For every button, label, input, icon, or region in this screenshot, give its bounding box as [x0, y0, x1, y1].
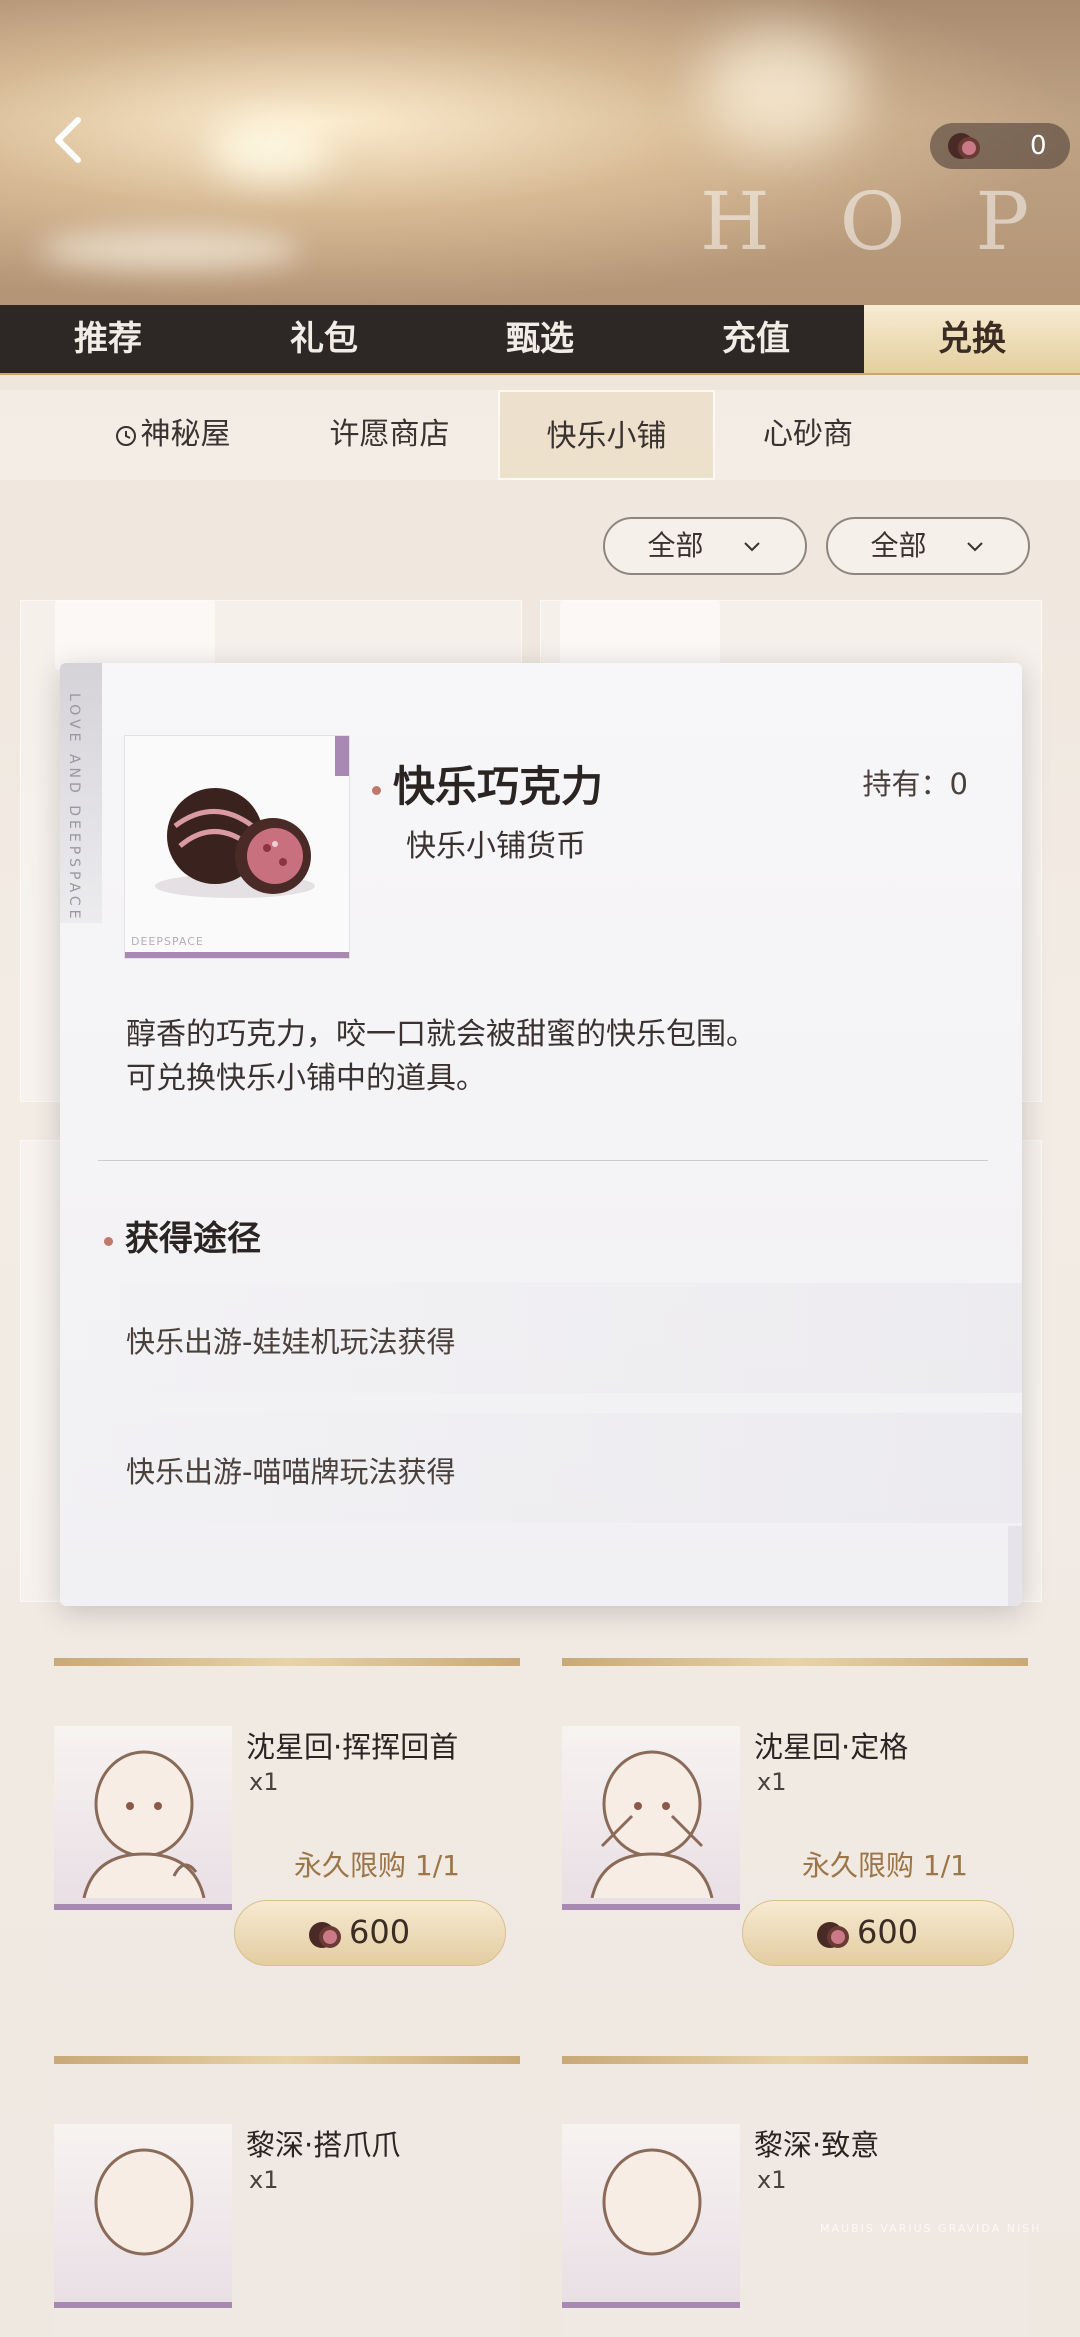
filter-label: 全部	[647, 529, 704, 562]
description-line: 可兑换快乐小铺中的道具。	[126, 1061, 486, 1096]
shop-item-card[interactable]: 黎深·搭爪爪 x1	[54, 2056, 520, 2337]
source-text: 快乐出游-娃娃机玩法获得	[126, 1325, 456, 1359]
item-quantity: x1	[757, 1768, 787, 1796]
item-image: DEEPSPACE	[124, 735, 350, 959]
buy-button[interactable]: 600	[234, 1900, 506, 1966]
subtab-heart-sand-shop[interactable]: 心砂商	[715, 390, 863, 480]
stripe-text: LOVE AND DEEPSPACE	[66, 693, 82, 923]
item-quantity: x1	[757, 2166, 787, 2194]
item-name: 黎深·搭爪爪	[246, 2128, 401, 2162]
item-detail-popup[interactable]: LOVE AND DEEPSPACE DEEPSPACE 快乐巧克力 快乐小铺货…	[60, 663, 1022, 1606]
tab-exchange[interactable]: 兑换	[864, 305, 1080, 373]
thumb-tag-text: DEEPSPACE	[131, 935, 204, 948]
source-title-text: 获得途径	[125, 1219, 261, 1259]
card-top-border	[54, 2056, 520, 2064]
currency-counter[interactable]: 0	[930, 123, 1070, 169]
shop-decor-text: HOP	[700, 175, 1080, 268]
chibi-figure-icon	[94, 2148, 194, 2256]
tab-gift-pack[interactable]: 礼包	[216, 305, 432, 373]
shop-item-card[interactable]: 沈星回·定格 x1 永久限购 1/1 600	[562, 1658, 1028, 1988]
item-quantity: x1	[249, 2166, 279, 2194]
popup-corner-decor	[1008, 1526, 1022, 1606]
item-thumbnail	[54, 1726, 232, 1910]
header-light	[700, 30, 860, 150]
price-value: 600	[349, 1913, 411, 1951]
bullet-dot	[372, 785, 381, 795]
tab-recommend[interactable]: 推荐	[0, 305, 216, 373]
background-thumb	[560, 600, 720, 670]
subtab-mystery-house[interactable]: 神秘屋	[64, 390, 281, 480]
source-row[interactable]: 快乐出游-喵喵牌玩法获得	[60, 1413, 1022, 1523]
filter-dropdown-1[interactable]: 全部	[603, 517, 807, 575]
item-title: 快乐巧克力	[372, 753, 603, 814]
buy-button[interactable]: 600	[742, 1900, 1014, 1966]
tab-selection[interactable]: 甄选	[432, 305, 648, 373]
shop-item-card[interactable]: 沈星回·挥挥回首 x1 永久限购 1/1 600	[54, 1658, 520, 1988]
card-top-border	[562, 2056, 1028, 2064]
filter-dropdown-2[interactable]: 全部	[826, 517, 1030, 575]
chocolate-icon	[948, 133, 980, 159]
header-light	[210, 120, 330, 180]
chevron-down-icon	[744, 542, 761, 552]
header-light	[40, 230, 300, 270]
chibi-figure-icon	[82, 1750, 206, 1899]
filter-label: 全部	[870, 529, 927, 562]
item-thumbnail	[562, 2124, 740, 2308]
source-text: 快乐出游-喵喵牌玩法获得	[126, 1455, 456, 1489]
clock-icon	[115, 426, 136, 446]
card-top-border	[562, 1658, 1028, 1666]
item-name: 沈星回·挥挥回首	[246, 1730, 459, 1764]
popup-side-stripe: LOVE AND DEEPSPACE	[60, 663, 102, 923]
owned-count: 持有：0	[862, 767, 968, 801]
thumb-bottom-bar	[125, 952, 349, 958]
item-title-text: 快乐巧克力	[393, 762, 604, 811]
chibi-figure-icon	[602, 2148, 702, 2256]
purchase-limit: 永久限购 1/1	[294, 1849, 460, 1882]
description-line: 醇香的巧克力，咬一口就会被甜蜜的快乐包围。	[126, 1017, 756, 1052]
main-tab-bar: 推荐 礼包 甄选 充值 兑换	[0, 305, 1080, 375]
card-top-border	[54, 1658, 520, 1666]
item-thumbnail	[54, 2124, 232, 2308]
sub-tab-bar: 神秘屋 许愿商店 快乐小铺 心砂商	[0, 390, 1080, 480]
bullet-dot	[104, 1236, 113, 1246]
back-arrow-icon[interactable]	[40, 110, 100, 170]
background-thumb	[55, 600, 215, 670]
price-value: 600	[857, 1913, 919, 1951]
item-category: 快乐小铺货币	[406, 829, 586, 864]
footer-decor-text: MAUBIS VARIUS GRAVIDA NISH	[820, 2222, 1042, 2235]
item-quantity: x1	[249, 1768, 279, 1796]
currency-count: 0	[1030, 131, 1047, 161]
item-description: 醇香的巧克力，咬一口就会被甜蜜的快乐包围。 可兑换快乐小铺中的道具。	[126, 1013, 986, 1101]
chocolate-icon	[155, 788, 315, 898]
chibi-figure-icon	[590, 1750, 714, 1899]
item-thumbnail	[562, 1726, 740, 1910]
source-row[interactable]: 快乐出游-娃娃机玩法获得	[60, 1283, 1022, 1393]
divider	[98, 1160, 988, 1161]
item-name: 黎深·致意	[754, 2128, 880, 2162]
subtab-label: 神秘屋	[140, 417, 231, 452]
shop-item-card[interactable]: 黎深·致意 x1	[562, 2056, 1028, 2337]
subtab-happy-shop[interactable]: 快乐小铺	[498, 390, 715, 480]
subtab-wish-shop[interactable]: 许愿商店	[281, 390, 498, 480]
item-name: 沈星回·定格	[754, 1730, 909, 1764]
chocolate-icon	[309, 1922, 341, 1948]
purchase-limit: 永久限购 1/1	[802, 1849, 968, 1882]
shop-header: HOP 0	[0, 0, 1080, 305]
chocolate-icon	[817, 1922, 849, 1948]
chevron-down-icon	[967, 542, 984, 552]
thumb-side-tag	[335, 736, 349, 776]
tab-recharge[interactable]: 充值	[648, 305, 864, 373]
source-section-title: 获得途径	[104, 1211, 261, 1260]
